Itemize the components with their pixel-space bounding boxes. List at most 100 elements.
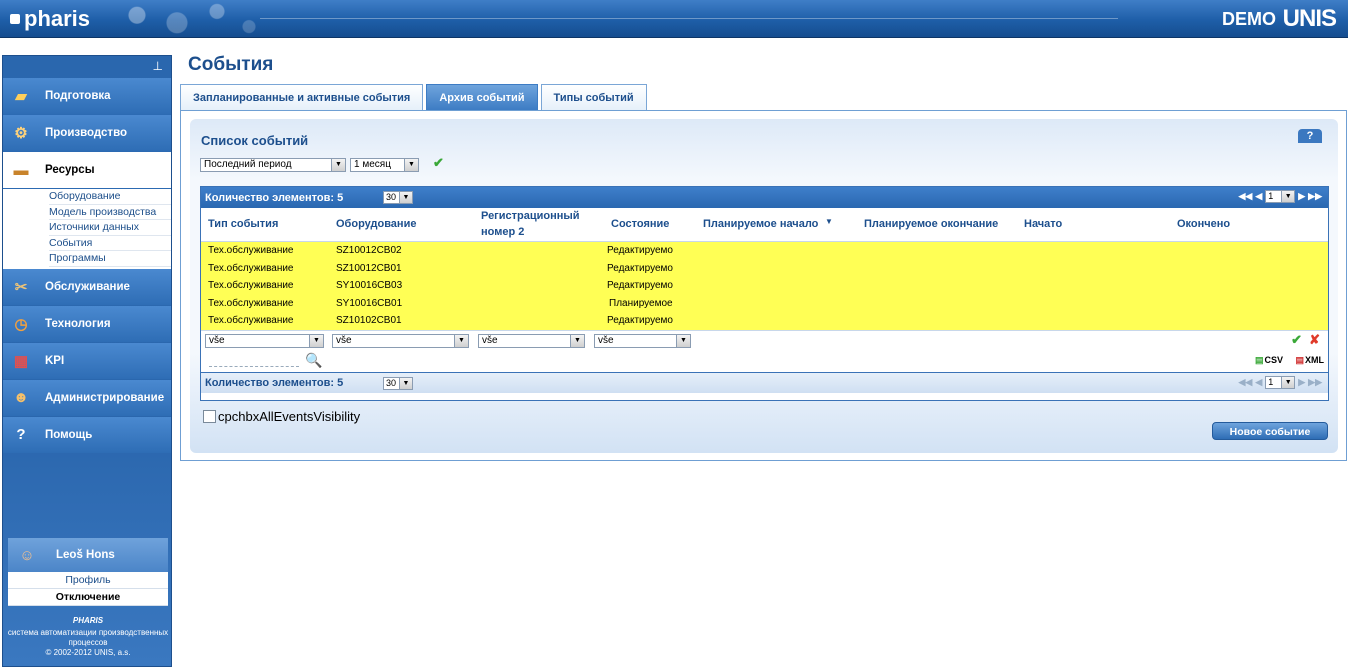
chevron-down-icon: ▼ xyxy=(570,334,584,347)
first-page-icon[interactable]: ◀◀ xyxy=(1238,377,1252,388)
sidebar-item-preparation[interactable]: ▰ Подготовка xyxy=(3,78,171,114)
truck-icon: ▬ xyxy=(13,161,29,179)
chevron-down-icon: ▼ xyxy=(399,192,412,203)
last-page-icon[interactable]: ▶▶ xyxy=(1308,377,1322,388)
logo-mark-icon xyxy=(10,14,20,24)
page-select[interactable]: 1 ▼ xyxy=(1265,190,1296,203)
sidebar-item-label: Помощь xyxy=(45,428,93,441)
tab-event-types[interactable]: Типы событий xyxy=(540,84,647,110)
subnav-data-sources[interactable]: Источники данных xyxy=(49,220,171,236)
filter-value: vše xyxy=(598,334,614,346)
subnav-equipment[interactable]: Оборудование xyxy=(49,189,171,205)
prev-page-icon[interactable]: ◀ xyxy=(1255,377,1262,388)
grid-top-bar: Количество элементов: 5 30 ▼ ◀◀ ◀ 1 ▼ ▶ … xyxy=(201,187,1328,208)
all-events-checkbox[interactable] xyxy=(203,410,216,423)
search-icon[interactable]: 🔍 xyxy=(305,352,322,369)
col-finished[interactable]: Окончено xyxy=(1177,218,1230,230)
chevron-down-icon: ▼ xyxy=(404,159,418,171)
filter-state[interactable]: vše ▼ xyxy=(594,333,691,348)
resources-submenu: Оборудование Модель производства Источни… xyxy=(3,189,171,269)
apply-filter-icon[interactable]: ✔ xyxy=(433,155,444,171)
item-count-label: Количество элементов: 5 xyxy=(205,191,344,204)
cell-equipment: SZ10102CB01 xyxy=(336,315,402,327)
filter-reg-number[interactable]: vše ▼ xyxy=(478,333,585,348)
page-size-select[interactable]: 30 ▼ xyxy=(383,191,413,204)
col-state[interactable]: Состояние xyxy=(611,218,669,230)
filter-equipment[interactable]: vše ▼ xyxy=(332,333,469,348)
table-row[interactable]: Тех.обслуживание SZ10012CB01 Редактируем… xyxy=(201,260,1328,278)
export-csv-button[interactable]: ▤ CSV xyxy=(1255,355,1283,366)
col-planned-start[interactable]: Планируемое начало xyxy=(703,218,818,230)
filter-value: vše xyxy=(209,334,225,346)
cell-type: Тех.обслуживание xyxy=(208,245,294,256)
chevron-down-icon: ▼ xyxy=(331,159,345,171)
period-select[interactable]: Последний период ▼ xyxy=(200,158,346,172)
col-planned-end[interactable]: Планируемое окончание xyxy=(864,218,998,230)
first-page-icon[interactable]: ◀◀ xyxy=(1238,191,1252,202)
cell-type: Тех.обслуживание xyxy=(208,280,294,292)
prev-page-icon[interactable]: ◀ xyxy=(1255,191,1262,202)
profile-link[interactable]: Профиль xyxy=(8,572,168,589)
sidebar-item-production[interactable]: ⚙ Производство xyxy=(3,115,171,151)
pin-icon[interactable]: ⊥ xyxy=(3,56,171,78)
filter-event-type[interactable]: vše ▼ xyxy=(205,333,324,348)
col-equipment[interactable]: Оборудование xyxy=(336,218,416,230)
footer-copyright: © 2002-2012 UNIS, a.s. xyxy=(45,648,131,657)
page-title: События xyxy=(188,54,274,75)
search-underline xyxy=(209,365,299,367)
filter-value: vše xyxy=(336,334,352,346)
sidebar-item-label: KPI xyxy=(45,354,65,367)
logout-link[interactable]: Отключение xyxy=(8,589,168,606)
next-page-icon[interactable]: ▶ xyxy=(1298,191,1305,202)
subnav-production-model[interactable]: Модель производства xyxy=(49,205,171,220)
events-list-box: ? Список событий Последний период ▼ 1 ме… xyxy=(190,119,1338,453)
pharis-logo[interactable]: pharis xyxy=(10,0,265,38)
col-started[interactable]: Начато xyxy=(1024,218,1062,230)
subnav-events[interactable]: События xyxy=(49,236,171,251)
chevron-down-icon: ▼ xyxy=(454,334,468,347)
table-row[interactable]: Тех.обслуживание SY10016CB01 Планируемое xyxy=(201,295,1328,313)
col-reg-number-line1[interactable]: Регистрационный xyxy=(481,210,580,222)
sidebar-item-technology[interactable]: ◷ Технология xyxy=(3,305,171,342)
export-xml-button[interactable]: ▤ XML xyxy=(1295,355,1324,366)
cell-equipment: SY10016CB01 xyxy=(336,297,403,309)
help-button[interactable]: ? xyxy=(1298,129,1322,143)
subnav-programs[interactable]: Программы xyxy=(49,251,171,267)
cell-state: Редактируемо xyxy=(607,262,673,274)
sidebar-item-maintenance[interactable]: ✂ Обслуживание xyxy=(3,268,171,305)
sidebar-item-resources[interactable]: ▬ Ресурсы xyxy=(3,152,171,188)
table-row[interactable]: Тех.обслуживание SZ10012CB02 Редактируем… xyxy=(201,242,1328,260)
table-row[interactable]: Тех.обслуживание SY10016CB03 Редактируем… xyxy=(201,277,1328,295)
apply-filter-icon[interactable]: ✔ xyxy=(1291,332,1302,348)
col-reg-number-line2[interactable]: номер 2 xyxy=(481,226,524,238)
sidebar-item-administration[interactable]: ☻ Администрирование xyxy=(3,379,171,416)
next-page-icon[interactable]: ▶ xyxy=(1298,377,1305,388)
table-row[interactable]: Тех.обслуживание SZ10102CB01 Редактируем… xyxy=(201,312,1328,330)
events-grid: Количество элементов: 5 30 ▼ ◀◀ ◀ 1 ▼ ▶ … xyxy=(200,186,1329,401)
page-select[interactable]: 1 ▼ xyxy=(1265,375,1296,389)
chevron-down-icon: ▼ xyxy=(1281,191,1295,202)
page-size-select[interactable]: 30 ▼ xyxy=(383,376,413,390)
footer-line1: система автоматизации производственных xyxy=(7,628,169,637)
tab-scheduled-events[interactable]: Запланированные и активные события xyxy=(180,84,424,110)
last-page-icon[interactable]: ▶▶ xyxy=(1308,191,1322,202)
events-panel: ? Список событий Последний период ▼ 1 ме… xyxy=(180,110,1347,461)
sidebar-item-help[interactable]: ? Помощь xyxy=(3,416,171,453)
pager-top: ◀◀ ◀ 1 ▼ ▶ ▶▶ xyxy=(1238,190,1322,203)
sidebar-item-kpi[interactable]: ▦ KPI xyxy=(3,342,171,379)
cell-state: Редактируемо xyxy=(607,280,673,292)
new-event-button[interactable]: Новое событие xyxy=(1212,422,1328,440)
duration-select[interactable]: 1 месяц ▼ xyxy=(350,158,419,172)
all-events-visibility: cpchbxAllEventsVisibility xyxy=(203,409,360,424)
page-value: 1 xyxy=(1268,191,1274,201)
clear-filter-icon[interactable]: ✘ xyxy=(1309,332,1320,348)
cell-state: Редактируемо xyxy=(607,245,673,256)
cell-equipment: SZ10012CB01 xyxy=(336,262,402,274)
tab-event-archive[interactable]: Архив событий xyxy=(426,84,538,110)
duration-select-value: 1 месяц xyxy=(354,159,391,170)
col-event-type[interactable]: Тип события xyxy=(208,218,278,230)
page-size-value: 30 xyxy=(386,192,397,202)
pager-bottom: ◀◀ ◀ 1 ▼ ▶ ▶▶ xyxy=(1238,375,1322,389)
sidebar: ⊥ ▰ Подготовка ⚙ Производство ▬ Ресурсы … xyxy=(2,55,172,667)
filter-value: vše xyxy=(482,334,498,346)
